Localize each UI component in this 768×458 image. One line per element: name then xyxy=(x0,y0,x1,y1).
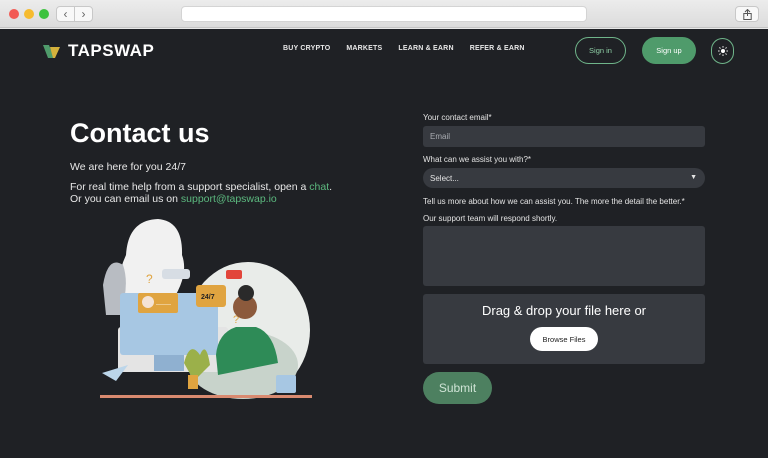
main-nav: BUY CRYPTO MARKETS LEARN & EARN REFER & … xyxy=(283,45,525,52)
details-note: Our support team will respond shortly. xyxy=(423,214,558,223)
assist-label: What can we assist you with?* xyxy=(423,155,532,164)
zoom-window-button[interactable] xyxy=(39,9,49,19)
submit-button[interactable]: Submit xyxy=(423,372,492,404)
file-dropzone[interactable]: Drag & drop your file here or Browse Fil… xyxy=(423,294,705,364)
theme-toggle-button[interactable] xyxy=(711,38,734,64)
share-icon[interactable] xyxy=(735,6,759,22)
nav-markets[interactable]: MARKETS xyxy=(346,45,382,52)
caret-down-icon: ▼ xyxy=(690,174,697,181)
email-text-prefix: Or you can email us on xyxy=(70,193,181,205)
support-email-link[interactable]: support@tapswap.io xyxy=(181,193,277,205)
minimize-window-button[interactable] xyxy=(24,9,34,19)
chevron-right-icon[interactable]: › xyxy=(75,7,92,21)
nav-refer-earn[interactable]: REFER & EARN xyxy=(470,45,525,52)
history-nav: ‹ › xyxy=(56,6,93,22)
page-title: Contact us xyxy=(70,118,210,148)
availability-text: We are here for you 24/7 xyxy=(70,161,186,173)
svg-text:———: ——— xyxy=(156,302,171,308)
support-agent-illustration: ——— 24/7 ? ? xyxy=(100,219,312,399)
chat-link[interactable]: chat xyxy=(309,181,329,193)
badge-24-7: 24/7 xyxy=(201,294,215,301)
chat-text-prefix: For real time help from a support specia… xyxy=(70,181,310,193)
svg-text:?: ? xyxy=(146,272,153,286)
assist-select-value: Select... xyxy=(430,173,459,183)
chevron-left-icon[interactable]: ‹ xyxy=(57,7,75,21)
logo-text: TAPSWAP xyxy=(68,41,155,60)
dropzone-text: Drag & drop your file here or xyxy=(481,303,647,318)
address-bar[interactable] xyxy=(181,6,587,22)
email-label: Your contact email* xyxy=(423,113,492,122)
browser-toolbar: ‹ › xyxy=(0,0,768,28)
assist-select[interactable]: Select... ▼ xyxy=(423,168,705,188)
email-field[interactable] xyxy=(423,126,705,147)
sign-up-button[interactable]: Sign up xyxy=(642,37,696,64)
details-textarea[interactable] xyxy=(423,226,705,286)
nav-buy-crypto[interactable]: BUY CRYPTO xyxy=(283,45,330,52)
sign-in-button[interactable]: Sign in xyxy=(575,37,626,64)
page: TAPSWAP BUY CRYPTO MARKETS LEARN & EARN … xyxy=(0,29,768,458)
sun-icon xyxy=(717,46,728,56)
close-window-button[interactable] xyxy=(9,9,19,19)
browse-files-button[interactable]: Browse Files xyxy=(530,327,598,351)
tapswap-logo-icon xyxy=(43,44,60,58)
support-description: For real time help from a support specia… xyxy=(70,181,390,205)
details-label: Tell us more about how we can assist you… xyxy=(423,197,685,206)
chat-text-suffix: . xyxy=(329,181,333,193)
nav-learn-earn[interactable]: LEARN & EARN xyxy=(398,45,453,52)
logo[interactable]: TAPSWAP xyxy=(41,41,154,61)
